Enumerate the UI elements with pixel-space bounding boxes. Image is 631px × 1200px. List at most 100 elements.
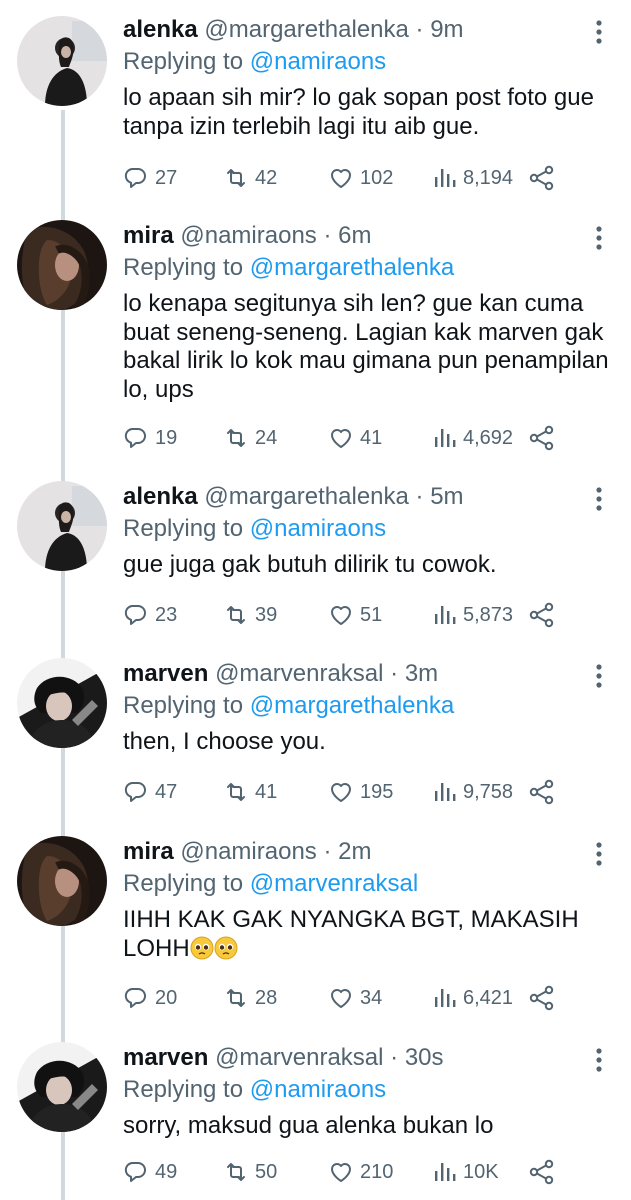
replying-to-handle[interactable]: @namiraons [250, 1076, 386, 1103]
views-button[interactable]: 8,194 [431, 160, 513, 196]
timestamp[interactable]: 9m [430, 16, 463, 43]
retweet-icon [227, 989, 245, 1007]
replying-to-label: Replying to [123, 254, 244, 281]
username[interactable]: @marvenraksal [215, 1044, 383, 1071]
view-count: 10K [463, 1160, 499, 1183]
separator: · [390, 1044, 399, 1071]
avatar[interactable] [17, 481, 107, 571]
reply-icon [124, 428, 146, 448]
timestamp[interactable]: 30s [405, 1044, 444, 1071]
tweet-text: lo kenapa segitunya sih len? gue kan cum… [123, 290, 609, 403]
like-count: 34 [360, 986, 383, 1009]
view-count: 6,421 [463, 986, 514, 1009]
views-button[interactable]: 4,692 [431, 420, 513, 456]
view-count: 5,873 [463, 603, 514, 626]
reply-button[interactable]: 49 [123, 1154, 177, 1190]
username[interactable]: @margarethalenka [204, 16, 408, 43]
timestamp[interactable]: 2m [338, 838, 371, 865]
share-icon[interactable] [528, 164, 556, 192]
share-icon[interactable] [528, 1158, 556, 1186]
views-button[interactable]: 10K [431, 1154, 499, 1190]
tweet-actions: 23 39 51 5,873 [123, 597, 613, 633]
more-vertical-icon[interactable] [589, 840, 609, 868]
more-vertical-icon[interactable] [589, 1046, 609, 1074]
avatar[interactable] [17, 16, 107, 106]
heart-icon [331, 169, 351, 188]
retweet-icon [227, 1163, 245, 1181]
username[interactable]: @namiraons [180, 222, 316, 249]
retweet-button[interactable]: 39 [223, 597, 277, 633]
avatar[interactable] [17, 658, 107, 748]
like-button[interactable]: 210 [328, 1154, 393, 1190]
heart-icon [331, 1163, 351, 1182]
reply-button[interactable]: 20 [123, 980, 177, 1016]
more-vertical-icon[interactable] [589, 485, 609, 513]
reply-icon [124, 168, 146, 188]
timestamp[interactable]: 5m [430, 483, 463, 510]
display-name[interactable]: alenka [123, 16, 198, 43]
retweet-count: 50 [255, 1160, 278, 1183]
replying-to-handle[interactable]: @margarethalenka [250, 254, 454, 281]
retweet-button[interactable]: 41 [223, 774, 277, 810]
replying-to-handle[interactable]: @namiraons [250, 48, 386, 75]
like-button[interactable]: 41 [328, 420, 382, 456]
display-name[interactable]: marven [123, 1044, 208, 1071]
avatar[interactable] [17, 836, 107, 926]
more-vertical-icon[interactable] [589, 662, 609, 690]
like-button[interactable]: 102 [328, 160, 393, 196]
views-button[interactable]: 6,421 [431, 980, 513, 1016]
display-name[interactable]: mira [123, 222, 174, 249]
retweet-button[interactable]: 28 [223, 980, 277, 1016]
views-button[interactable]: 9,758 [431, 774, 513, 810]
heart-icon [331, 429, 351, 448]
replying-to-label: Replying to [123, 1076, 244, 1103]
replying-to-handle[interactable]: @marvenraksal [250, 870, 418, 897]
tweet-text: sorry, maksud gua alenka bukan lo [123, 1112, 494, 1139]
replying-to-label: Replying to [123, 870, 244, 897]
display-name[interactable]: alenka [123, 483, 198, 510]
reply-count: 19 [155, 426, 178, 449]
reply-button[interactable]: 19 [123, 420, 177, 456]
avatar[interactable] [17, 1042, 107, 1132]
display-name[interactable]: marven [123, 660, 208, 687]
username[interactable]: @namiraons [180, 838, 316, 865]
reply-button[interactable]: 27 [123, 160, 177, 196]
display-name[interactable]: mira [123, 838, 174, 865]
view-count: 4,692 [463, 426, 514, 449]
tweet-actions: 27 42 102 8,194 [123, 160, 613, 196]
share-icon[interactable] [528, 424, 556, 452]
replying-to-label: Replying to [123, 692, 244, 719]
views-icon [435, 1163, 456, 1181]
like-button[interactable]: 51 [328, 597, 382, 633]
timestamp[interactable]: 3m [405, 660, 438, 687]
retweet-button[interactable]: 24 [223, 420, 277, 456]
username[interactable]: @marvenraksal [215, 660, 383, 687]
like-button[interactable]: 195 [328, 774, 393, 810]
like-count: 102 [360, 166, 394, 189]
retweet-icon [227, 429, 245, 447]
like-button[interactable]: 34 [328, 980, 382, 1016]
avatar[interactable] [17, 220, 107, 310]
reply-count: 47 [155, 780, 178, 803]
share-icon[interactable] [528, 601, 556, 629]
retweet-icon [227, 606, 245, 624]
username[interactable]: @margarethalenka [204, 483, 408, 510]
replying-to-handle[interactable]: @namiraons [250, 515, 386, 542]
timestamp[interactable]: 6m [338, 222, 371, 249]
separator: · [415, 16, 424, 43]
reply-button[interactable]: 23 [123, 597, 177, 633]
tweet-actions: 49 50 210 10K [123, 1154, 613, 1190]
separator: · [323, 222, 332, 249]
view-count: 8,194 [463, 166, 514, 189]
reply-button[interactable]: 47 [123, 774, 177, 810]
retweet-icon [227, 783, 245, 801]
replying-to-handle[interactable]: @margarethalenka [250, 692, 454, 719]
retweet-button[interactable]: 50 [223, 1154, 277, 1190]
more-vertical-icon[interactable] [589, 224, 609, 252]
views-button[interactable]: 5,873 [431, 597, 513, 633]
share-icon[interactable] [528, 778, 556, 806]
share-icon[interactable] [528, 984, 556, 1012]
replying-to-label: Replying to [123, 48, 244, 75]
more-vertical-icon[interactable] [589, 18, 609, 46]
retweet-button[interactable]: 42 [223, 160, 277, 196]
